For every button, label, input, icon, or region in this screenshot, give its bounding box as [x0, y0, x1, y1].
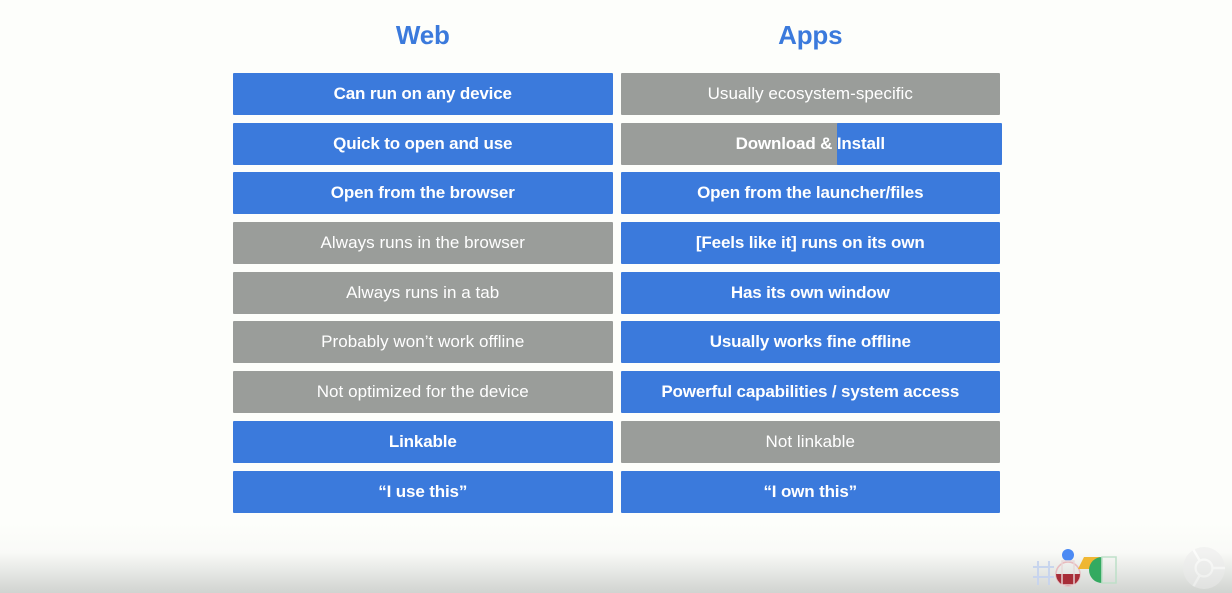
google-io-logo	[1033, 549, 1117, 587]
cell-label: Probably won’t work offline	[321, 332, 525, 352]
cell-label: Usually works fine offline	[709, 332, 911, 352]
cell-label: Always runs in the browser	[320, 233, 525, 253]
cell-apps: Download & Install	[620, 122, 1002, 165]
cell-apps: Open from the launcher/files	[620, 172, 1000, 215]
io-i-dot	[1062, 549, 1074, 561]
chrome-logo	[1183, 547, 1225, 589]
cell-web: Always runs in the browser	[233, 222, 613, 265]
comparison-slide: Web Apps Can run on any device Usually ec…	[233, 0, 1002, 525]
cell-label: Not linkable	[765, 431, 855, 451]
cell-apps: Has its own window	[620, 271, 1000, 314]
cell-label: Has its own window	[730, 282, 890, 302]
cell-apps: Not linkable	[620, 420, 1000, 463]
cell-web: Quick to open and use	[233, 122, 613, 165]
io-i-circle-fill	[1056, 574, 1080, 586]
io-hash-glyph	[1033, 561, 1054, 585]
cell-label: Not optimized for the device	[316, 382, 529, 402]
cell-web: Can run on any device	[233, 73, 613, 115]
cell-apps: Usually works fine offline	[620, 321, 1000, 364]
column-header-web: Web	[395, 19, 450, 50]
comparison-row: Open from the browser Open from the launc…	[233, 172, 1000, 215]
comparison-row: Always runs in a tab Has its own window	[233, 271, 1000, 314]
cell-apps: [Feels like it] runs on its own	[620, 222, 1000, 265]
comparison-rows: Can run on any device Usually ecosystem-s…	[233, 73, 1002, 513]
comparison-row: Can run on any device Usually ecosystem-s…	[233, 73, 1000, 115]
cell-label: “I use this”	[378, 481, 468, 501]
comparison-row: Always runs in the browser [Feels like it…	[233, 222, 1000, 265]
comparison-row: “I use this” “I own this”	[233, 470, 1000, 513]
cell-apps: Powerful capabilities / system access	[620, 371, 1000, 414]
cell-web: Not optimized for the device	[233, 371, 613, 414]
cell-label: Open from the launcher/files	[697, 183, 924, 203]
cell-label: “I own this”	[763, 481, 858, 501]
comparison-row: Probably won’t work offline Usually works…	[233, 321, 1000, 364]
cell-web: Linkable	[233, 420, 613, 463]
column-header-apps: Apps	[778, 19, 843, 50]
cell-apps: “I own this”	[620, 470, 1000, 513]
cell-label: Open from the browser	[330, 183, 515, 203]
cell-web: Probably won’t work offline	[233, 321, 613, 364]
cell-apps: Usually ecosystem-specific	[620, 73, 1000, 115]
cell-label: Quick to open and use	[333, 133, 513, 153]
comparison-row: Not optimized for the device Powerful cap…	[233, 371, 1000, 414]
chrome-inner-circle	[1194, 558, 1214, 578]
cell-label: Always runs in a tab	[346, 282, 500, 302]
io-o-outline	[1101, 556, 1117, 584]
comparison-row: Quick to open and use Download & Install	[233, 122, 1002, 165]
comparison-row: Linkable Not linkable	[233, 420, 1000, 463]
cell-label: Powerful capabilities / system access	[661, 382, 960, 402]
column-headers: Web Apps	[233, 0, 1000, 73]
cell-web: Always runs in a tab	[233, 271, 613, 314]
cell-label: Usually ecosystem-specific	[707, 84, 913, 103]
cell-label: [Feels like it] runs on its own	[695, 233, 925, 253]
cell-label: Can run on any device	[333, 84, 512, 103]
cell-web: Open from the browser	[233, 172, 613, 215]
cell-web: “I use this”	[233, 470, 613, 513]
cell-label: Linkable	[388, 431, 457, 451]
cell-label: Download & Install	[735, 133, 886, 153]
